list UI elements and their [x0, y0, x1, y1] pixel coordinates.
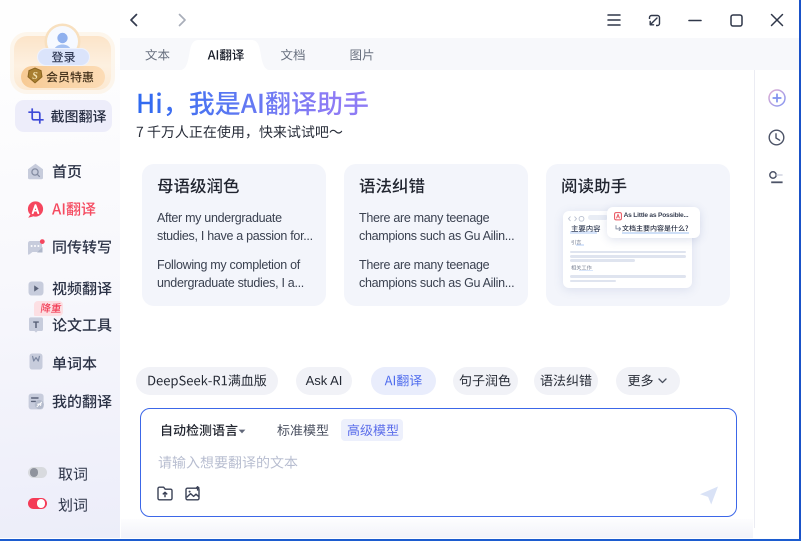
svg-text:S: S — [32, 71, 38, 82]
